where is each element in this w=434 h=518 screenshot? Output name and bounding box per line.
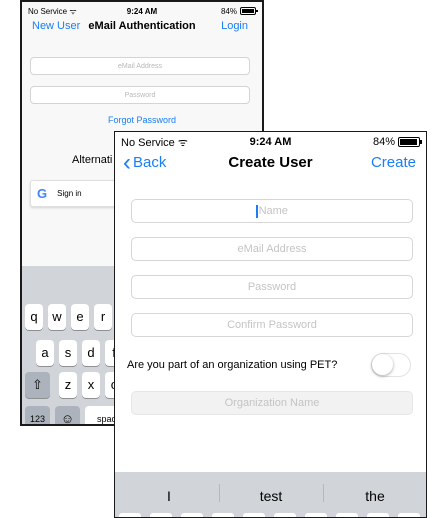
battery-indicator: 84% [372,136,422,148]
login-button[interactable]: Login [221,20,248,32]
key-s[interactable]: s [59,340,77,366]
organization-question: Are you part of an organization using PE… [127,359,338,371]
battery-percent: 84% [220,6,237,16]
nav-bar: ‹ Back Create User Create [115,151,426,184]
keyboard-key-row [115,511,426,517]
key-e[interactable]: e [71,304,89,330]
emoji-key[interactable]: ☺ [55,406,80,424]
organization-toggle[interactable] [371,353,411,377]
name-field[interactable]: Name [131,199,413,223]
text-cursor [256,204,258,218]
email-field[interactable]: eMail Address [131,237,413,261]
numbers-key[interactable]: 123 [25,406,50,424]
organization-name-field[interactable]: Organization Name [131,391,413,415]
shift-key[interactable]: ⇧ [25,372,50,398]
key-x[interactable]: x [82,372,100,398]
google-sign-in-label: Sign in [57,189,82,198]
battery-icon [240,7,258,15]
battery-percent: 84% [372,136,395,148]
google-icon: G [37,186,48,201]
nav-bar: New User eMail Authentication Login [22,20,262,42]
suggestion-1[interactable]: I [119,488,219,504]
battery-indicator: 84% [220,6,258,16]
name-placeholder: Name [258,205,288,217]
key-r[interactable]: r [94,304,112,330]
battery-icon [398,137,422,147]
keyboard-suggestion-bar: I test the [115,472,426,517]
key-a[interactable]: a [36,340,54,366]
create-button[interactable]: Create [371,154,416,171]
status-bar: No Service ᯤ 9:24 AM 84% [22,4,262,18]
suggestion-3[interactable]: the [325,488,425,504]
key-w[interactable]: w [48,304,66,330]
forgot-password-link[interactable]: Forgot Password [22,115,262,125]
key-d[interactable]: d [82,340,100,366]
create-user-screen: No Service ᯤ 9:24 AM 84% ‹ Back Create U… [114,131,427,518]
confirm-password-field[interactable]: Confirm Password [131,313,413,337]
email-field[interactable]: eMail Address [30,57,250,75]
toggle-knob [372,354,393,375]
status-bar: No Service ᯤ 9:24 AM 84% [115,134,426,150]
suggestion-divider [219,484,220,502]
key-q[interactable]: q [25,304,43,330]
suggestion-divider [323,484,324,502]
suggestion-2[interactable]: test [221,488,321,504]
alternative-label: Alternati [72,154,113,166]
key-z[interactable]: z [59,372,77,398]
password-field[interactable]: Password [131,275,413,299]
password-field[interactable]: Password [30,86,250,104]
